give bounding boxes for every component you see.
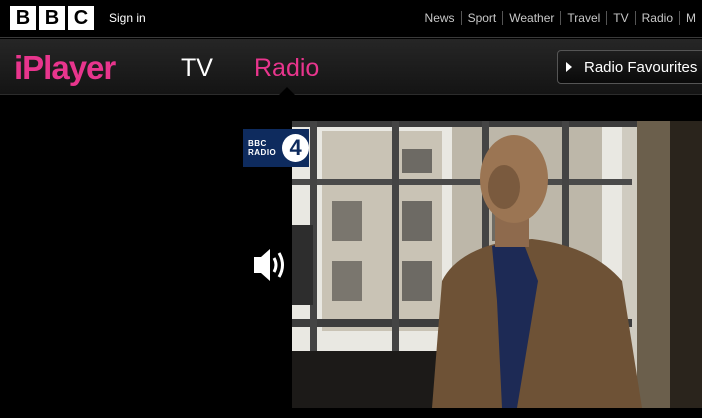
bbc-radio-wordmark: BBC RADIO xyxy=(248,139,276,157)
tab-tv[interactable]: TV xyxy=(181,54,213,83)
bbc-logo[interactable]: B B C xyxy=(10,6,94,30)
channel-number: 4 xyxy=(282,134,309,162)
global-nav: News Sport Weather Travel TV Radio M xyxy=(419,11,702,25)
global-nav-radio[interactable]: Radio xyxy=(634,11,679,25)
programme-image xyxy=(292,121,702,408)
bbc-logo-letter-b1: B xyxy=(10,6,36,30)
radio-favourites-label: Radio Favourites xyxy=(584,58,698,76)
global-nav-sport[interactable]: Sport xyxy=(460,11,503,25)
tab-radio[interactable]: Radio xyxy=(254,54,319,83)
global-nav-news[interactable]: News xyxy=(419,11,461,25)
volume-control[interactable] xyxy=(243,225,313,305)
global-nav-tv[interactable]: TV xyxy=(606,11,634,25)
bbc-global-bar: B B C Sign in News Sport Weather Travel … xyxy=(0,0,702,38)
bbc-radio-4-logo[interactable]: BBC RADIO 4 xyxy=(243,129,309,167)
global-nav-travel[interactable]: Travel xyxy=(560,11,606,25)
media-stage: BBC RADIO 4 xyxy=(0,96,702,418)
iplayer-logo[interactable]: iPlayer xyxy=(14,49,116,87)
volume-slider-track[interactable] xyxy=(292,225,313,305)
speaker-volume-icon xyxy=(254,249,284,281)
active-tab-pointer xyxy=(279,87,295,95)
global-nav-weather[interactable]: Weather xyxy=(502,11,560,25)
radio-favourites-button[interactable]: Radio Favourites xyxy=(557,50,702,84)
iplayer-header: iPlayer TV Radio Radio Favourites xyxy=(0,39,702,95)
bbc-logo-letter-b2: B xyxy=(39,6,65,30)
global-nav-more[interactable]: M xyxy=(679,11,702,25)
sign-in-link[interactable]: Sign in xyxy=(109,11,146,25)
channel-brand-line2: RADIO xyxy=(248,148,277,157)
channel-brand-line1: BBC xyxy=(248,139,267,148)
bbc-logo-letter-c: C xyxy=(68,6,94,30)
play-triangle-icon xyxy=(566,62,572,72)
